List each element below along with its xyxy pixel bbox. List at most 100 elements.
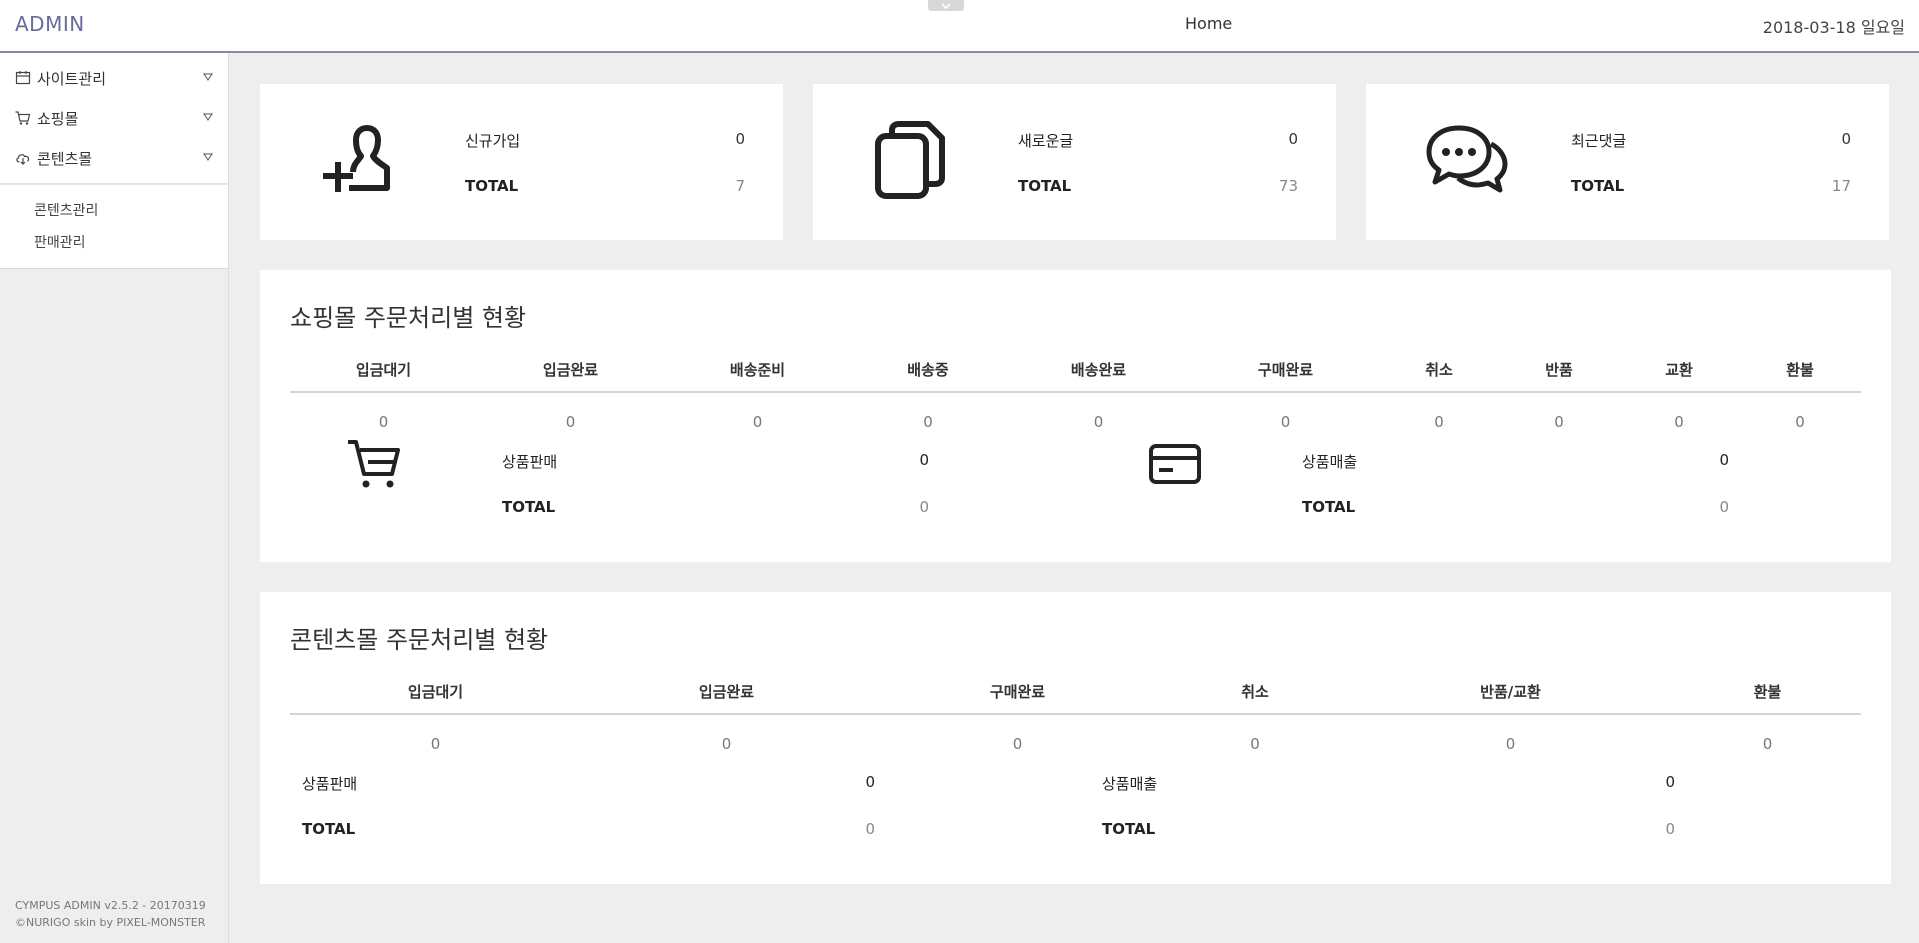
total-value: 0	[919, 498, 929, 516]
content-status-values: 0 0 0 0 0 0	[290, 715, 1861, 767]
recent-comments-card: 최근댓글 0 TOTAL 17	[1366, 84, 1889, 240]
column-header: 배송중	[907, 360, 949, 379]
cart-icon	[15, 110, 31, 126]
total-label: TOTAL	[1302, 498, 1356, 516]
summary-value: 0	[1719, 451, 1729, 469]
status-count[interactable]: 0	[477, 407, 664, 431]
shop-section-title: 쇼핑몰 주문처리별 현황	[290, 304, 527, 332]
total-value: 0	[1665, 820, 1675, 838]
column-header: 입금완료	[542, 360, 599, 379]
stat-label: 신규가입	[465, 132, 521, 150]
brand-logo[interactable]: ADMIN	[15, 12, 85, 36]
status-count[interactable]: 0	[664, 407, 851, 431]
total-label: TOTAL	[302, 820, 356, 838]
content-order-status-panel: 콘텐츠몰 주문처리별 현황 입금대기 입금완료 구매완료 취소 반품/교환 환불…	[260, 592, 1891, 884]
shopping-cart-icon	[348, 440, 400, 488]
shop-status-header: 입금대기 입금완료 배송준비 배송중 배송완료 구매완료 취소 반품 교환 환불	[290, 347, 1861, 393]
status-count[interactable]: 0	[1163, 729, 1347, 753]
column-header: 구매완료	[989, 682, 1046, 701]
summary-value: 0	[865, 773, 875, 791]
header-toggle-button[interactable]	[928, 0, 964, 11]
status-count[interactable]: 0	[1005, 407, 1192, 431]
summary-label: 상품매출	[1302, 453, 1358, 471]
sidebar-item-label: 쇼핑몰	[37, 109, 79, 128]
column-header: 교환	[1665, 360, 1693, 379]
column-header: 환불	[1786, 360, 1814, 379]
column-header: 환불	[1753, 682, 1782, 701]
sidebar-item-label: 콘텐츠몰	[37, 149, 93, 168]
total-label: TOTAL	[1102, 820, 1156, 838]
total-value: 0	[865, 820, 875, 838]
chat-bubbles-icon	[1426, 125, 1508, 193]
sidebar-item-site-management[interactable]: 사이트관리	[0, 58, 228, 98]
summary-value: 0	[919, 451, 929, 469]
content-revenue-summary: 상품매출 0 TOTAL 0	[1102, 773, 1675, 863]
column-header: 배송준비	[729, 360, 786, 379]
stat-value: 0	[1841, 130, 1851, 148]
total-label: TOTAL	[502, 498, 556, 516]
total-value: 73	[1278, 177, 1298, 195]
column-header: 배송완료	[1070, 360, 1127, 379]
sidebar-item-label: 사이트관리	[37, 69, 107, 88]
status-count[interactable]: 0	[851, 407, 1005, 431]
shop-revenue-summary: 상품매출 0 TOTAL 0	[1302, 451, 1729, 541]
summary-label: 상품매출	[1102, 775, 1158, 793]
column-header: 반품	[1545, 360, 1573, 379]
status-count[interactable]: 0	[1619, 407, 1739, 431]
add-user-icon	[323, 125, 390, 192]
status-count[interactable]: 0	[1192, 407, 1379, 431]
column-header: 취소	[1241, 682, 1269, 701]
sidebar-footer: CYMPUS ADMIN v2.5.2 - 20170319 ©NURIGO s…	[15, 897, 206, 931]
status-count[interactable]: 0	[1739, 407, 1861, 431]
sidebar-item-shop[interactable]: 쇼핑몰	[0, 98, 228, 138]
status-count[interactable]: 0	[1347, 729, 1674, 753]
triangle-down-icon	[203, 113, 213, 121]
shop-status-values: 0 0 0 0 0 0 0 0 0 0	[290, 393, 1861, 445]
stat-value: 0	[1288, 130, 1298, 148]
status-count[interactable]: 0	[1674, 729, 1861, 753]
documents-icon	[875, 121, 945, 199]
sidebar-item-content-mall[interactable]: 콘텐츠몰	[0, 138, 228, 178]
credit-card-icon	[1149, 444, 1201, 484]
summary-value: 0	[1665, 773, 1675, 791]
current-date: 2018-03-18 일요일	[1762, 18, 1905, 37]
stat-value: 0	[735, 130, 745, 148]
sidebar-menu: 사이트관리 쇼핑몰 콘텐츠몰	[0, 53, 228, 184]
total-label: TOTAL	[465, 177, 519, 195]
status-count[interactable]: 0	[872, 729, 1163, 753]
status-count[interactable]: 0	[581, 729, 872, 753]
total-label: TOTAL	[1018, 177, 1072, 195]
content-section-title: 콘텐츠몰 주문처리별 현황	[290, 626, 549, 654]
status-count[interactable]: 0	[1499, 407, 1619, 431]
summary-label: 상품판매	[502, 453, 558, 471]
triangle-down-icon	[203, 153, 213, 161]
total-value: 7	[735, 177, 745, 195]
status-count[interactable]: 0	[290, 729, 581, 753]
content-sales-summary: 상품판매 0 TOTAL 0	[302, 773, 875, 863]
content-mall-submenu: 콘텐츠관리 판매관리	[0, 184, 228, 269]
version-text: CYMPUS ADMIN v2.5.2 - 20170319	[15, 899, 206, 912]
total-value: 0	[1719, 498, 1729, 516]
new-members-card: 신규가입 0 TOTAL 7	[260, 84, 783, 240]
sidebar-subitem-content-management[interactable]: 콘텐츠관리	[0, 195, 228, 227]
credit-text: ©NURIGO skin by PIXEL-MONSTER	[15, 916, 206, 929]
home-link[interactable]: Home	[1185, 14, 1232, 33]
triangle-down-icon	[203, 73, 213, 81]
calendar-icon	[15, 70, 31, 86]
column-header: 반품/교환	[1480, 682, 1541, 701]
total-value: 17	[1831, 177, 1851, 195]
stat-label: 새로운글	[1018, 132, 1074, 150]
total-label: TOTAL	[1571, 177, 1625, 195]
column-header: 구매완료	[1257, 360, 1314, 379]
shop-status-table: 입금대기 입금완료 배송준비 배송중 배송완료 구매완료 취소 반품 교환 환불…	[290, 347, 1861, 445]
content-status-header: 입금대기 입금완료 구매완료 취소 반품/교환 환불	[290, 669, 1861, 715]
new-posts-card: 새로운글 0 TOTAL 73	[813, 84, 1336, 240]
shop-sales-summary: 상품판매 0 TOTAL 0	[502, 451, 929, 541]
shop-order-status-panel: 쇼핑몰 주문처리별 현황 입금대기 입금완료 배송준비 배송중 배송완료 구매완…	[260, 270, 1891, 562]
column-header: 취소	[1425, 360, 1453, 379]
sidebar-subitem-sales-management[interactable]: 판매관리	[0, 227, 228, 259]
status-count[interactable]: 0	[1379, 407, 1499, 431]
stat-label: 최근댓글	[1571, 132, 1627, 150]
cloud-download-icon	[15, 150, 31, 166]
status-count[interactable]: 0	[290, 407, 477, 431]
